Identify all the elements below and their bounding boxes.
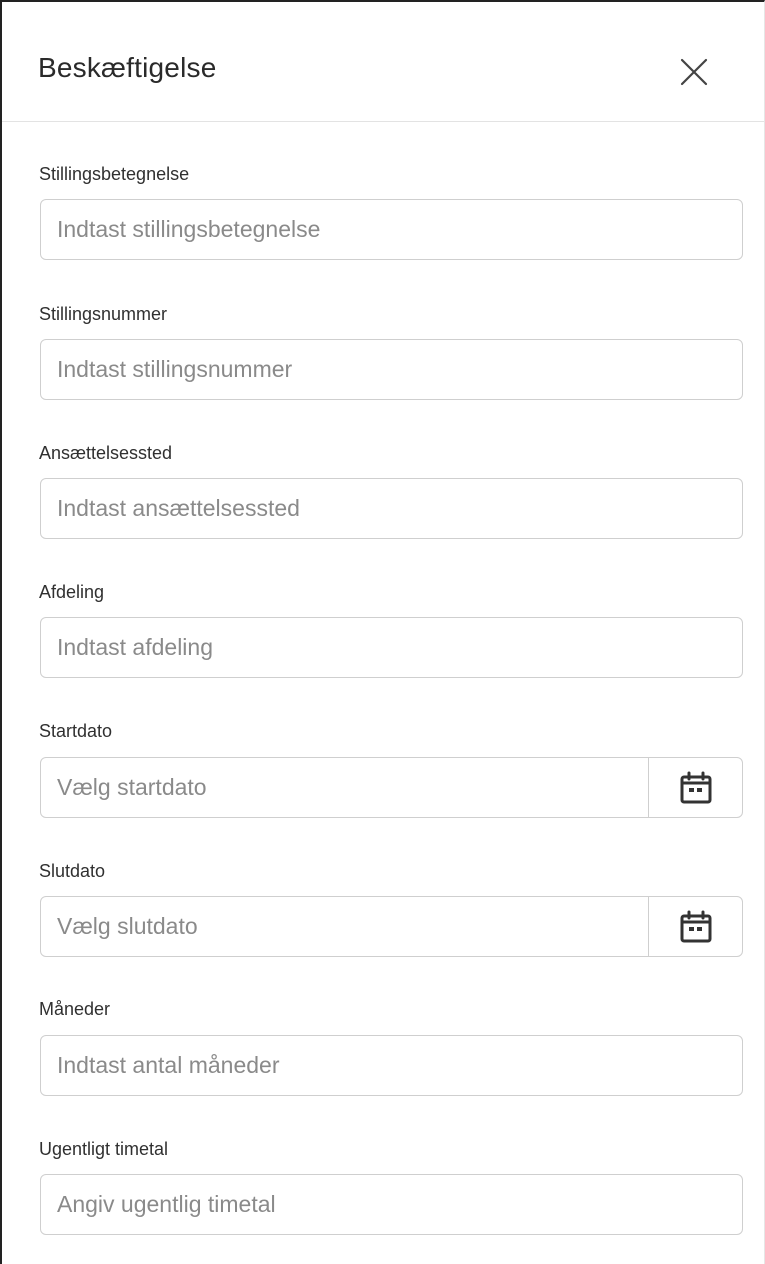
workplace-label: Ansættelsessted (39, 443, 173, 463)
job-title-input[interactable] (40, 199, 743, 260)
weekly-hours-label: Ugentligt timetal (39, 1139, 169, 1159)
calendar-icon (680, 910, 711, 942)
department-label: Afdeling (39, 582, 105, 602)
close-button[interactable] (674, 52, 714, 92)
weekly-hours-input[interactable] (40, 1174, 743, 1235)
end-date-input[interactable] (40, 896, 649, 957)
dialog-title: Beskæftigelse (38, 52, 217, 83)
employment-dialog: Beskæftigelse Stillingsbetegnelse Stilli… (0, 0, 765, 1264)
start-date-calendar-button[interactable] (648, 757, 743, 818)
job-number-input[interactable] (40, 339, 743, 400)
months-label: Måneder (39, 999, 111, 1019)
end-date-calendar-button[interactable] (648, 896, 743, 957)
department-input[interactable] (40, 617, 743, 678)
calendar-icon (680, 771, 711, 803)
start-date-label: Startdato (39, 721, 113, 741)
close-icon (680, 58, 708, 86)
dialog-header: Beskæftigelse (2, 2, 764, 122)
start-date-input[interactable] (40, 757, 649, 818)
months-input[interactable] (40, 1035, 743, 1096)
job-title-label: Stillingsbetegnelse (39, 164, 190, 184)
job-number-label: Stillingsnummer (39, 304, 168, 324)
end-date-label: Slutdato (39, 861, 106, 881)
workplace-input[interactable] (40, 478, 743, 539)
